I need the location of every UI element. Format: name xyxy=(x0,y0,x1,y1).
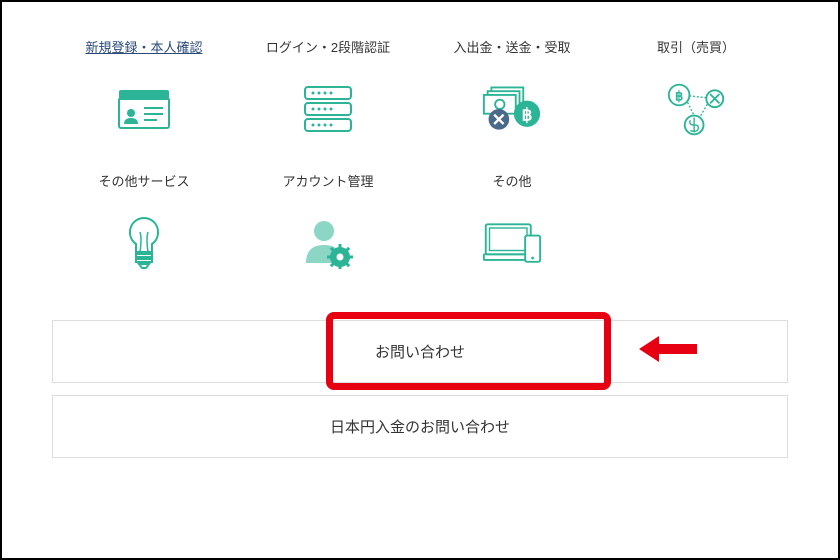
svg-text:฿: ฿ xyxy=(522,105,533,124)
category-label: ログイン・2段階認証 xyxy=(266,37,390,56)
password-fields-icon xyxy=(298,81,358,136)
category-other-services[interactable]: その他サービス xyxy=(52,156,236,290)
category-other[interactable]: その他 xyxy=(420,156,604,290)
lightbulb-icon xyxy=(114,215,174,270)
user-gear-icon xyxy=(298,215,358,270)
category-login[interactable]: ログイン・2段階認証 xyxy=(236,22,420,156)
category-label: アカウント管理 xyxy=(282,171,373,190)
contact-button[interactable]: お問い合わせ xyxy=(52,320,788,383)
category-trading[interactable]: 取引（売買） ฿ xyxy=(604,22,788,156)
devices-icon xyxy=(482,215,542,270)
id-card-icon xyxy=(114,81,174,136)
crypto-trade-icon: ฿ xyxy=(666,81,726,136)
category-label: 取引（売買） xyxy=(657,37,735,56)
category-account-management[interactable]: アカウント管理 xyxy=(236,156,420,290)
category-label: 入出金・送金・受取 xyxy=(453,37,570,56)
category-label: 新規登録・本人確認 xyxy=(85,37,202,56)
contact-buttons: お問い合わせ 日本円入金のお問い合わせ xyxy=(52,320,788,458)
category-grid: 新規登録・本人確認 ログイン・2段階認証 xyxy=(52,22,788,290)
category-deposit-withdraw[interactable]: 入出金・送金・受取 ฿ xyxy=(420,22,604,156)
category-registration[interactable]: 新規登録・本人確認 xyxy=(52,22,236,156)
category-label: その他 xyxy=(492,171,531,190)
svg-text:฿: ฿ xyxy=(675,88,683,103)
category-label: その他サービス xyxy=(98,171,189,190)
money-transfer-icon: ฿ xyxy=(482,81,542,136)
jpy-deposit-contact-button[interactable]: 日本円入金のお問い合わせ xyxy=(52,395,788,458)
